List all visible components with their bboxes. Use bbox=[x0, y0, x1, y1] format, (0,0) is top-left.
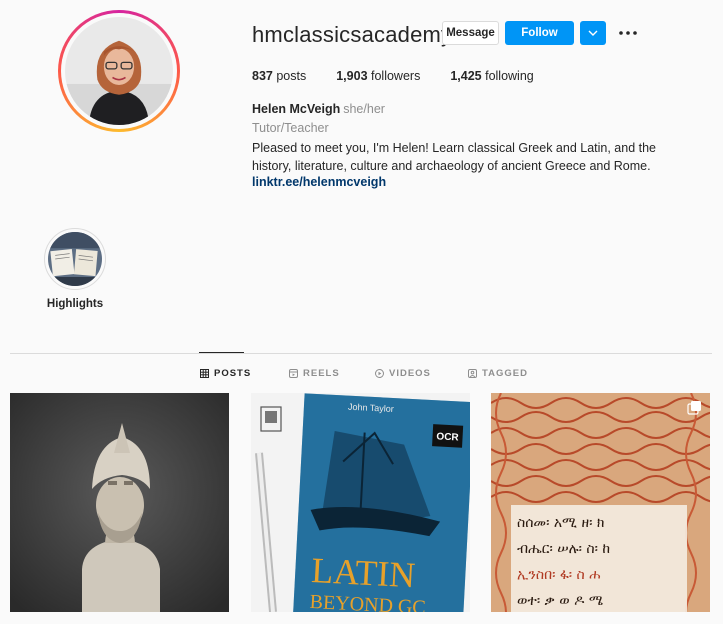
followers-label: followers bbox=[371, 69, 421, 83]
profile-category: Tutor/Teacher bbox=[252, 121, 329, 135]
tab-posts-label: POSTS bbox=[214, 368, 252, 379]
profile-avatar bbox=[65, 17, 173, 125]
manuscript-line: ኢንስበ፡ ፋ፡ ስ ሐ bbox=[517, 567, 600, 583]
following-count: 1,425 bbox=[450, 69, 482, 83]
book-badge: OCR bbox=[436, 431, 460, 443]
grid-icon bbox=[200, 369, 209, 378]
tab-reels[interactable]: REELS bbox=[289, 368, 340, 379]
profile-tabs: POSTS REELS VIDEOS TAGGED bbox=[0, 368, 723, 382]
tab-tagged-label: TAGGED bbox=[482, 368, 528, 379]
profile-link[interactable]: linktr.ee/helenmcveigh bbox=[252, 175, 386, 189]
follow-button[interactable]: Follow bbox=[505, 21, 574, 45]
following-stat[interactable]: 1,425 following bbox=[450, 69, 533, 83]
manuscript-line: ስሰመ፡ አሚ ዘ፡ ክ bbox=[517, 515, 604, 531]
active-tab-indicator bbox=[199, 352, 244, 353]
video-icon bbox=[375, 369, 384, 378]
tab-reels-label: REELS bbox=[303, 368, 340, 379]
posts-label: posts bbox=[276, 69, 307, 83]
post-tile[interactable] bbox=[10, 393, 229, 612]
post-image: ስሰመ፡ አሚ ዘ፡ ክ ብሔር፡ ሠሉ፡ ስ፡ ከ ኢንስበ፡ ፋ፡ ስ ሐ … bbox=[491, 393, 710, 612]
more-options-button[interactable] bbox=[616, 26, 640, 40]
tab-posts[interactable]: POSTS bbox=[200, 368, 251, 379]
profile-username: hmclassicsacademy bbox=[252, 22, 453, 47]
tabs-divider bbox=[10, 353, 712, 354]
posts-stat: 837 posts bbox=[252, 69, 306, 83]
manuscript-line: ወተ፡ ቃ ወ ዶ ሜ bbox=[517, 592, 603, 609]
followers-count: 1,903 bbox=[336, 69, 368, 83]
tagged-icon bbox=[468, 369, 477, 378]
tab-tagged[interactable]: TAGGED bbox=[468, 368, 528, 379]
message-button[interactable]: Message bbox=[442, 21, 499, 45]
post-tile[interactable]: ስሰመ፡ አሚ ዘ፡ ክ ብሔር፡ ሠሉ፡ ስ፡ ከ ኢንስበ፡ ፋ፡ ስ ሐ … bbox=[491, 393, 710, 612]
profile-avatar-ring[interactable] bbox=[58, 10, 180, 132]
posts-count: 837 bbox=[252, 69, 273, 83]
reels-icon bbox=[289, 369, 298, 378]
profile-full-name: Helen McVeigh bbox=[252, 102, 341, 116]
profile-name-line: Helen McVeigh she/her bbox=[252, 102, 385, 116]
highlight-cover bbox=[48, 232, 102, 286]
post-image bbox=[10, 393, 229, 612]
book-title: LATIN bbox=[310, 550, 416, 595]
chevron-down-icon bbox=[588, 30, 598, 36]
tab-videos[interactable]: VIDEOS bbox=[375, 368, 431, 379]
ellipsis-icon bbox=[619, 31, 637, 35]
profile-stats: 837 posts 1,903 followers 1,425 followin… bbox=[252, 69, 564, 83]
manuscript-line: ብሔር፡ ሠሉ፡ ስ፡ ከ bbox=[517, 541, 610, 557]
profile-bio: Pleased to meet you, I'm Helen! Learn cl… bbox=[252, 141, 657, 173]
suggestions-dropdown-button[interactable] bbox=[580, 21, 606, 45]
profile-pronouns: she/her bbox=[343, 102, 385, 116]
post-image: OCR John Taylor LATIN BEYOND GC bbox=[251, 393, 470, 612]
following-label: following bbox=[485, 69, 534, 83]
post-tile[interactable]: OCR John Taylor LATIN BEYOND GC bbox=[251, 393, 470, 612]
followers-stat[interactable]: 1,903 followers bbox=[336, 69, 420, 83]
tab-videos-label: VIDEOS bbox=[389, 368, 431, 379]
highlight-label: Highlights bbox=[46, 298, 104, 310]
highlight-item[interactable] bbox=[44, 228, 106, 290]
